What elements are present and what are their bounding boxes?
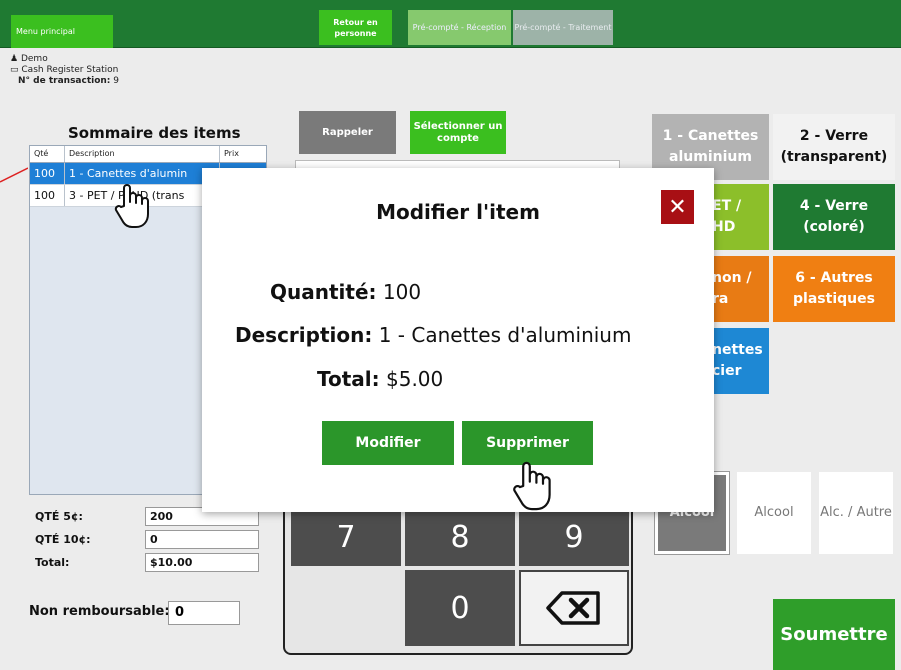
- user-name: Demo: [20, 54, 48, 64]
- main-menu-button[interactable]: Menu principal: [11, 15, 113, 48]
- dialog-title: Modifier l'item: [376, 200, 540, 224]
- row-description: 1 - Canettes d'alumin: [65, 163, 220, 184]
- close-icon: ✕: [668, 194, 687, 220]
- row-qty: 100: [30, 185, 65, 206]
- backspace-key[interactable]: [519, 570, 629, 646]
- qty5-label: QTÉ 5¢:: [35, 510, 83, 523]
- quantity-row: Quantité: 100: [270, 280, 421, 304]
- nonrefundable-label: Non remboursable:: [29, 604, 170, 619]
- row-qty: 100: [30, 163, 65, 184]
- header-price: Prix: [224, 149, 239, 158]
- total-field: $10.00: [145, 553, 259, 572]
- modify-button[interactable]: Modifier: [322, 421, 454, 465]
- qty10-label: QTÉ 10¢:: [35, 533, 91, 546]
- key-9[interactable]: 9: [519, 508, 629, 566]
- transaction-number: 9: [113, 76, 120, 86]
- precount-treatment-button[interactable]: Pré-compté - Traitement: [513, 10, 613, 45]
- category-4-button[interactable]: 4 - Verre (coloré): [773, 184, 895, 250]
- total-row: Total: $10.00: [29, 551, 269, 573]
- category-2-button[interactable]: 2 - Verre (transparent): [773, 114, 895, 180]
- category-3-label: ET / HD: [712, 198, 742, 235]
- submit-button[interactable]: Soumettre: [773, 599, 895, 670]
- return-in-person-button[interactable]: Retour en personne: [319, 10, 392, 45]
- precount-reception-button[interactable]: Pré-compté - Réception: [408, 10, 511, 45]
- alcohol-button[interactable]: Alcool: [737, 472, 811, 554]
- description-value: 1 - Canettes d'aluminium: [378, 323, 632, 347]
- total-row: Total: $5.00: [317, 367, 443, 391]
- category-6-button[interactable]: 6 - Autres plastiques: [773, 256, 895, 322]
- summary-title: Sommaire des items: [68, 124, 241, 142]
- session-info: ♟ Demo ▭ Cash Register Station N° de tra…: [10, 54, 119, 87]
- description-label: Description:: [235, 323, 373, 347]
- modify-item-dialog: Modifier l'item ✕ Quantité: 100 Descript…: [202, 168, 714, 512]
- table-header: Qté Description Prix: [30, 146, 266, 163]
- hand-cursor-icon: [513, 461, 551, 511]
- total-label: Total:: [317, 367, 380, 391]
- annotation-line: [0, 167, 28, 183]
- total-label: Total:: [35, 556, 70, 569]
- description-row: Description: 1 - Canettes d'aluminium: [235, 323, 631, 347]
- user-icon: ♟: [10, 54, 19, 64]
- transaction-label: N° de transaction:: [18, 76, 111, 86]
- top-bar: Menu principal Retour en personne Pré-co…: [0, 0, 901, 48]
- header-qty: Qté: [30, 146, 65, 162]
- quantity-value: 100: [382, 280, 422, 304]
- qty10-field: 0: [145, 530, 259, 549]
- alcohol-other-button[interactable]: Alc. / Autre: [819, 472, 893, 554]
- select-account-button[interactable]: Sélectionner un compte: [410, 111, 506, 154]
- qty10-row: QTÉ 10¢: 0: [29, 528, 269, 550]
- close-button[interactable]: ✕: [661, 190, 694, 224]
- key-8[interactable]: 8: [405, 508, 515, 566]
- station-name: Cash Register Station: [21, 65, 119, 75]
- backspace-icon: [546, 591, 600, 625]
- hand-cursor-icon: [114, 184, 149, 228]
- recall-button[interactable]: Rappeler: [299, 111, 396, 154]
- key-7[interactable]: 7: [291, 508, 401, 566]
- quantity-label: Quantité:: [270, 280, 377, 304]
- category-5-label: non / ra: [712, 270, 752, 307]
- monitor-icon: ▭: [10, 65, 19, 75]
- keypad: 7 8 9 0: [283, 500, 633, 655]
- category-7-label: nettes cier: [712, 342, 763, 379]
- header-description: Description: [65, 146, 220, 162]
- key-0[interactable]: 0: [405, 570, 515, 646]
- total-value: $5.00: [386, 367, 444, 391]
- nonrefundable-field[interactable]: 0: [168, 601, 240, 625]
